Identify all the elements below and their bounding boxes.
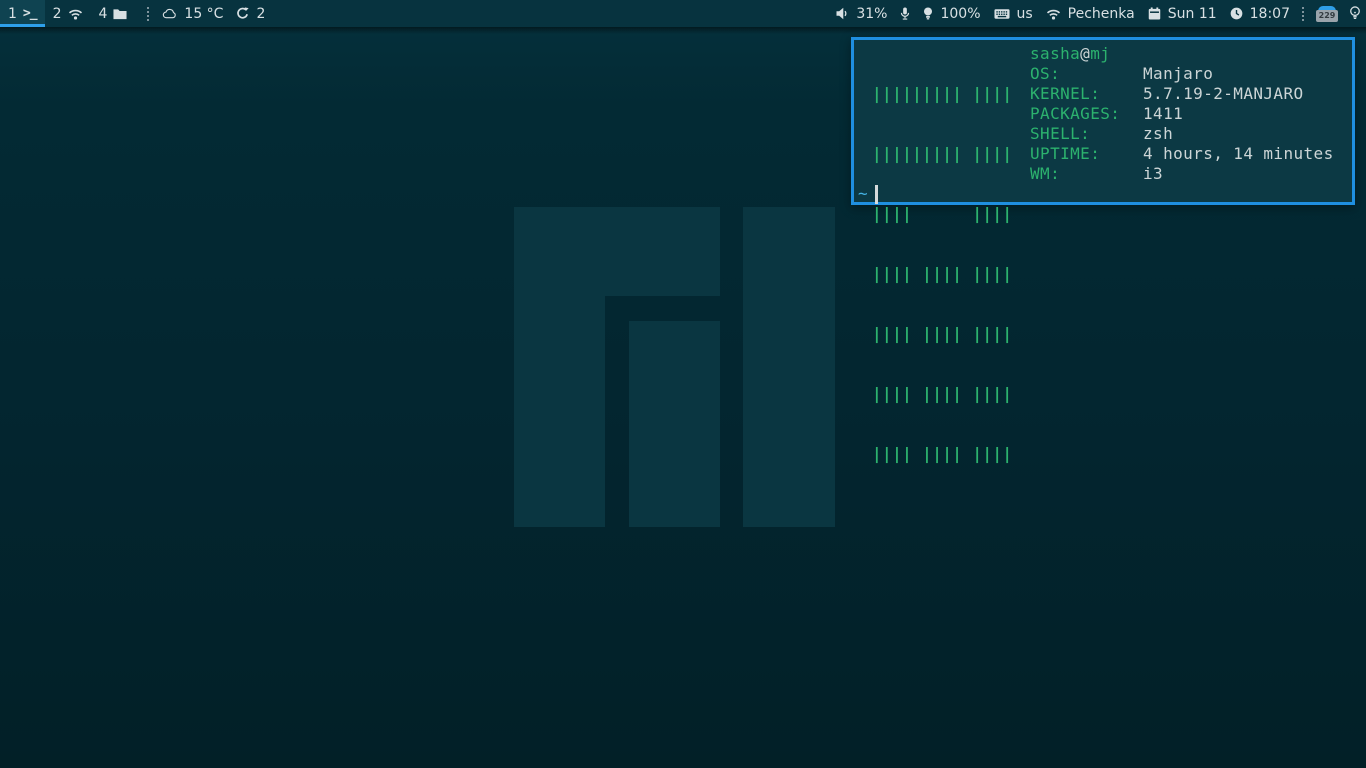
shell-prompt: ~ [858, 184, 878, 204]
terminal-window[interactable]: ||||||||| |||| ||||||||| |||| |||| |||| … [851, 37, 1355, 205]
logo-right-column [743, 207, 835, 527]
workspace-button-1[interactable]: 1 >_ [0, 0, 45, 27]
fetch-info: sasha@mj OS:Manjaro KERNEL:5.7.19-2-MANJ… [1030, 44, 1334, 184]
top-bar: 1 >_ 2 4 15 °C 2 [0, 0, 1366, 27]
active-workspace-underline [0, 24, 45, 27]
speaker-icon [836, 7, 849, 20]
info-row: KERNEL:5.7.19-2-MANJARO [1030, 84, 1334, 104]
weather-temperature: 15 °C [184, 6, 223, 22]
brightness-module[interactable]: 100% [923, 6, 980, 22]
logo-left-column [514, 207, 605, 527]
info-row: UPTIME:4 hours, 14 minutes [1030, 144, 1334, 164]
microphone-module[interactable] [900, 7, 910, 20]
terminal-icon: >_ [23, 6, 37, 21]
separator [1302, 7, 1304, 21]
cloud-icon [162, 8, 177, 19]
info-row: SHELL:zsh [1030, 124, 1334, 144]
prompt-path: ~ [858, 184, 868, 204]
bar-right-section: 31% 100% [823, 0, 1366, 27]
mic-icon [900, 7, 910, 20]
username: sasha [1030, 44, 1080, 63]
separator [147, 7, 149, 21]
volume-module[interactable]: 31% [836, 6, 887, 22]
updates-count: 2 [256, 6, 265, 22]
fetch-ascii-logo: ||||||||| |||| ||||||||| |||| |||| |||| … [872, 44, 1012, 504]
at-sign: @ [1080, 44, 1090, 63]
bar-shadow [0, 27, 1366, 34]
keyboard-layout-module[interactable]: us [994, 6, 1033, 22]
folder-icon [113, 8, 127, 20]
date-text: Sun 11 [1168, 6, 1217, 22]
wifi-icon [68, 8, 83, 20]
workspace-number: 1 [8, 6, 17, 22]
brightness-level: 100% [940, 6, 980, 22]
logo-middle-column [629, 321, 720, 527]
updates-module[interactable]: 2 [236, 6, 265, 22]
time-module[interactable]: 18:07 [1230, 6, 1290, 22]
keyboard-layout-code: us [1017, 6, 1033, 22]
clock-icon [1230, 7, 1243, 20]
refresh-icon [236, 7, 249, 20]
badge-count: 229 [1316, 10, 1338, 22]
info-row: WM:i3 [1030, 164, 1334, 184]
time-text: 18:07 [1250, 6, 1290, 22]
calendar-icon [1148, 7, 1161, 20]
workspace-button-2[interactable]: 2 [45, 0, 91, 27]
wifi-icon [1046, 8, 1061, 20]
lamp-icon[interactable] [1349, 6, 1361, 21]
info-row: OS:Manjaro [1030, 64, 1334, 84]
manjaro-logo-watermark [514, 207, 835, 527]
volume-level: 31% [856, 6, 887, 22]
bulb-icon [923, 7, 933, 20]
info-row: PACKAGES:1411 [1030, 104, 1334, 124]
tray-badge-icon[interactable]: 229 [1316, 6, 1338, 22]
keyboard-icon [994, 8, 1010, 20]
workspace-button-4[interactable]: 4 [91, 0, 136, 27]
weather-module[interactable]: 15 °C [162, 6, 223, 22]
workspace-number: 4 [99, 6, 108, 22]
workspace-number: 2 [53, 6, 62, 22]
date-module[interactable]: Sun 11 [1148, 6, 1217, 22]
network-ssid: Pechenka [1068, 6, 1135, 22]
hostname: mj [1090, 44, 1110, 63]
network-module[interactable]: Pechenka [1046, 6, 1135, 22]
text-cursor [875, 185, 878, 204]
user-host-line: sasha@mj [1030, 44, 1334, 64]
